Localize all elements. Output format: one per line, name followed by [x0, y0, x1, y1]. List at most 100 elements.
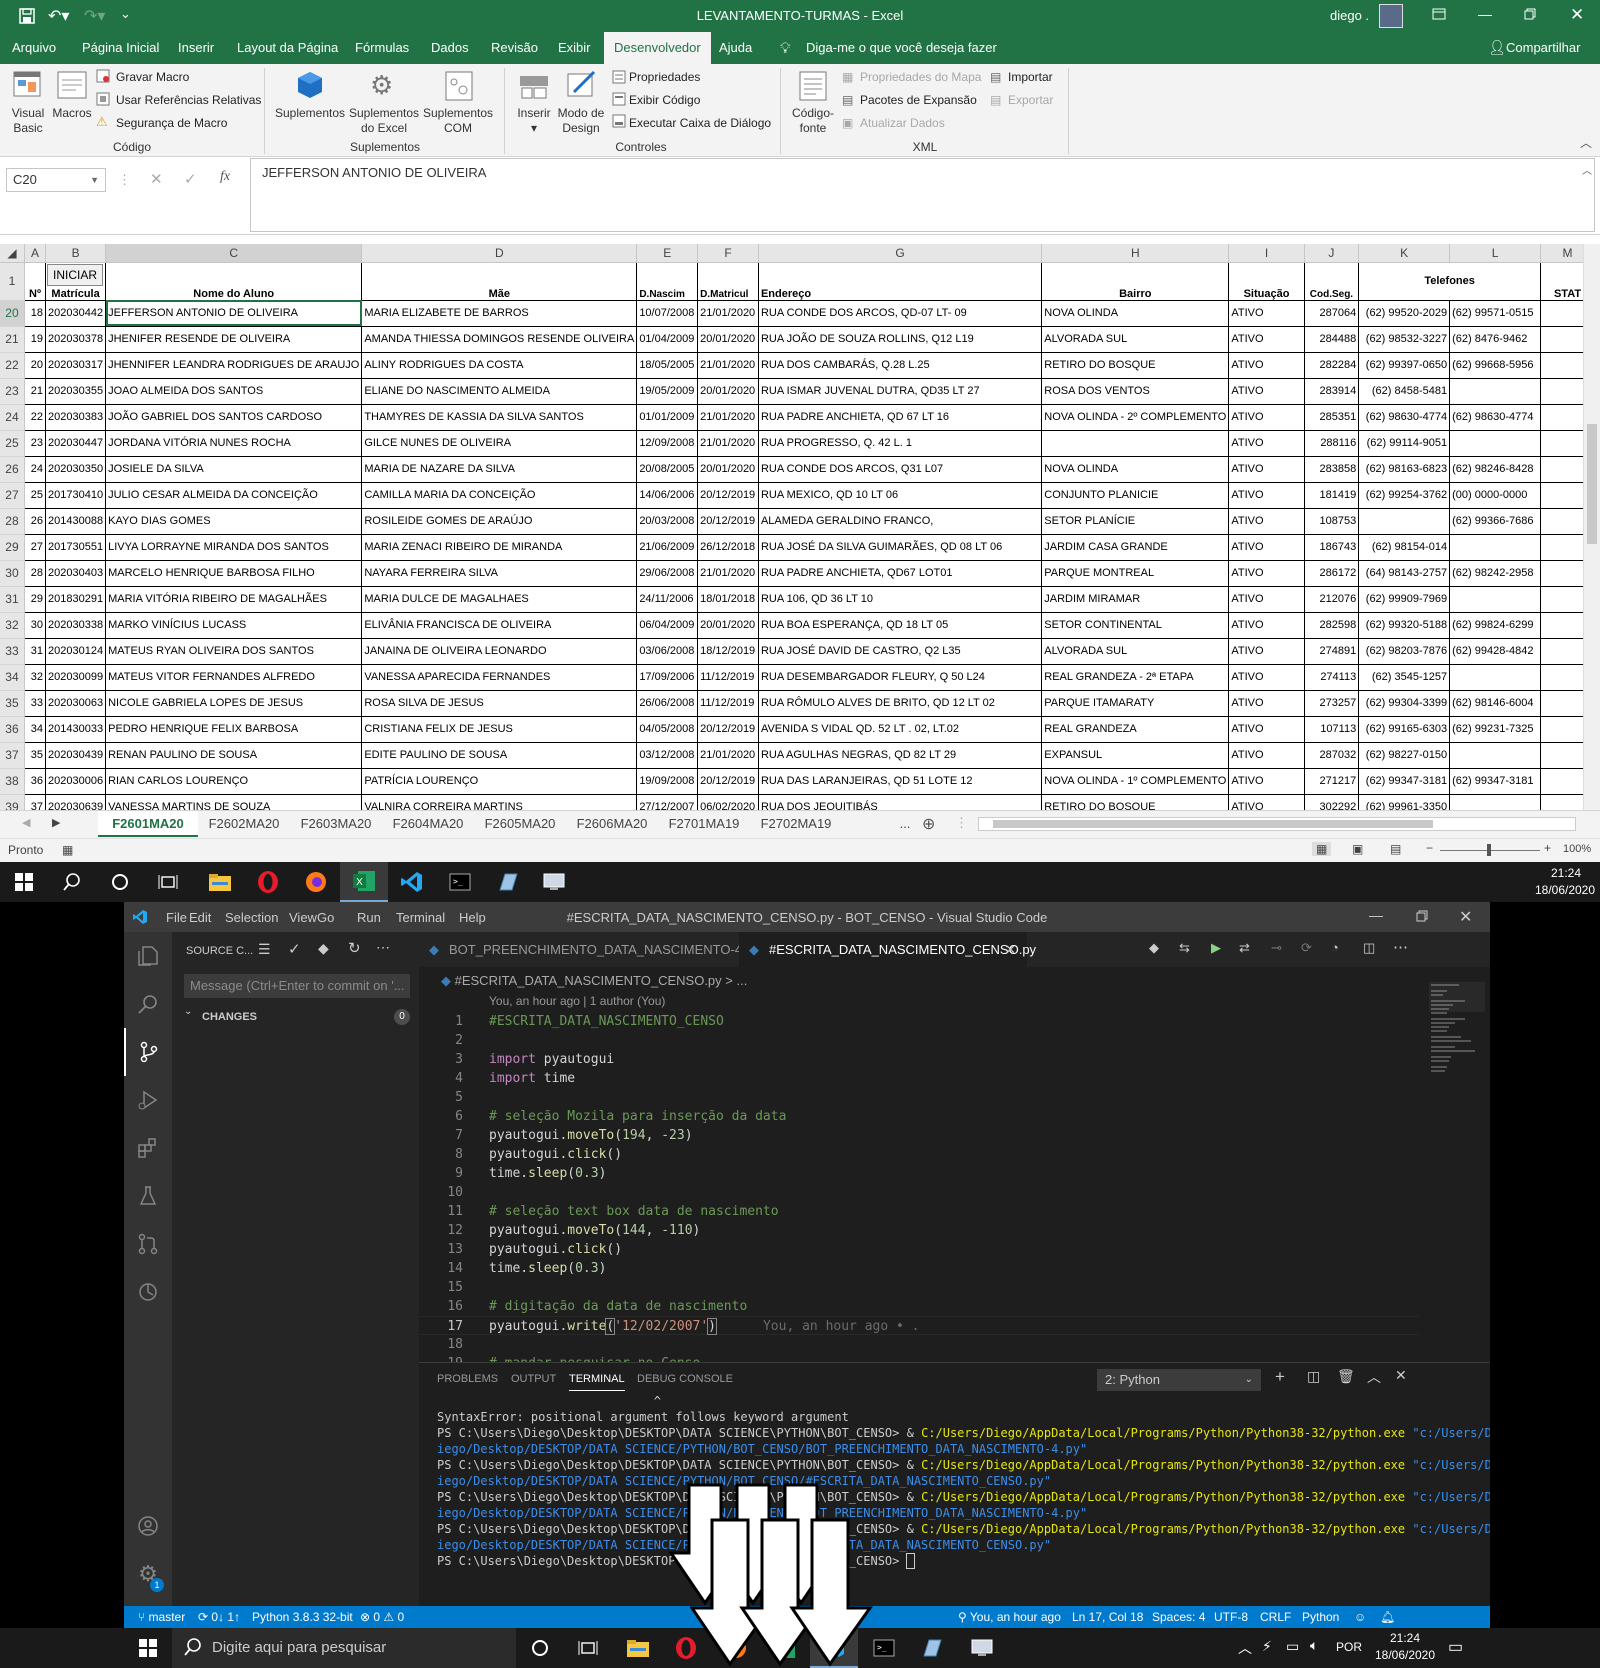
- cell-endereco[interactable]: ALAMEDA GERALDINO FRANCO,: [758, 508, 1043, 535]
- cell-nascimento[interactable]: 10/07/2008: [636, 300, 699, 327]
- cell-nome[interactable]: RENAN PAULINO DE SOUSA: [105, 742, 363, 769]
- cell-telefone-2[interactable]: (62) 99668-5956: [1449, 352, 1542, 379]
- cell-endereco[interactable]: RUA DOS CAMBARÁS, Q.28 L.25: [758, 352, 1043, 379]
- cell-situacao[interactable]: ATIVO: [1228, 326, 1305, 353]
- vscode-minimize-icon[interactable]: —: [1369, 907, 1383, 923]
- menu-view[interactable]: View: [289, 910, 317, 925]
- cell-codseg[interactable]: 302292: [1304, 794, 1360, 810]
- search-icon[interactable]: [124, 980, 172, 1028]
- page-break-view-icon[interactable]: ▤: [1390, 842, 1401, 856]
- cell-data-matricula[interactable]: 20/01/2020: [697, 378, 759, 405]
- cell-data-matricula[interactable]: 18/01/2018: [697, 586, 759, 613]
- cell-mae[interactable]: JANAINA DE OLIVEIRA LEONARDO: [361, 638, 638, 665]
- cell-mae[interactable]: MARIA DE NAZARE DA SILVA: [361, 456, 638, 483]
- cell-data-matricula[interactable]: 11/12/2019: [697, 690, 759, 717]
- cell-nome[interactable]: JULIO CESAR ALMEIDA DA CONCEIÇÃO: [105, 482, 363, 509]
- cell-telefone-1[interactable]: (62) 99254-3762: [1358, 482, 1451, 509]
- column-header-j[interactable]: J: [1304, 244, 1360, 263]
- breadcrumb[interactable]: ◆ #ESCRITA_DATA_NASCIMENTO_CENSO.py > ..…: [441, 973, 747, 989]
- cell-telefone-1[interactable]: (62) 99114-9051: [1358, 430, 1451, 457]
- cell-telefone-2[interactable]: (62) 99347-3181: [1449, 768, 1542, 795]
- column-header-b[interactable]: B: [45, 244, 107, 263]
- action-center-icon[interactable]: ▭: [1448, 1637, 1463, 1657]
- cell-no[interactable]: 31: [24, 638, 47, 665]
- column-header-e[interactable]: E: [636, 244, 699, 263]
- save-icon[interactable]: [18, 7, 36, 25]
- cell-telefone-2[interactable]: (62) 99824-6299: [1449, 612, 1542, 639]
- cell-data-matricula[interactable]: 21/01/2020: [697, 352, 759, 379]
- cell-situacao[interactable]: ATIVO: [1228, 664, 1305, 691]
- scrollbar-thumb[interactable]: [1587, 424, 1597, 544]
- gravar-macro-button[interactable]: Gravar Macro: [116, 70, 189, 84]
- cell-no[interactable]: 30: [24, 612, 47, 639]
- windows-start-icon[interactable]: [124, 1628, 172, 1668]
- horizontal-scrollbar[interactable]: [978, 817, 1576, 831]
- sheet-tab-f2701ma19[interactable]: F2701MA19: [658, 811, 750, 837]
- cell-matricula[interactable]: 202030383: [45, 404, 107, 431]
- cell-bairro[interactable]: RETIRO DO BOSQUE: [1041, 352, 1230, 379]
- indentation[interactable]: Spaces: 4: [1152, 1606, 1205, 1628]
- terminal-output[interactable]: ^ SyntaxError: positional argument follow…: [419, 1393, 1490, 1603]
- cell-nascimento[interactable]: 17/09/2006: [636, 664, 699, 691]
- row-header[interactable]: 31: [0, 586, 25, 613]
- cell-no[interactable]: 36: [24, 768, 47, 795]
- new-terminal-icon[interactable]: +: [1275, 1367, 1285, 1387]
- cell-situacao[interactable]: ATIVO: [1228, 508, 1305, 535]
- cell-nome[interactable]: MATEUS VITOR FERNANDES ALFREDO: [105, 664, 363, 691]
- cell-endereco[interactable]: RUA PROGRESSO, Q. 42 L. 1: [758, 430, 1043, 457]
- cell-mae[interactable]: VALNIRA CORREIRA MARTINS: [361, 794, 638, 810]
- cell-no[interactable]: 20: [24, 352, 47, 379]
- testing-flask-icon[interactable]: [124, 1172, 172, 1220]
- cell-data-matricula[interactable]: 21/01/2020: [697, 430, 759, 457]
- collapse-ribbon-icon[interactable]: ︿: [1580, 134, 1592, 151]
- cell-nascimento[interactable]: 29/06/2008: [636, 560, 699, 587]
- open-changes-icon[interactable]: ⇄: [1239, 940, 1250, 956]
- seguranca-macro-button[interactable]: Segurança de Macro: [116, 116, 227, 130]
- h-scrollbar-thumb[interactable]: [993, 820, 1433, 828]
- cell-bairro[interactable]: REAL GRANDEZA - 2ª ETAPA: [1041, 664, 1230, 691]
- cell-no[interactable]: 33: [24, 690, 47, 717]
- row-header[interactable]: 22: [0, 352, 25, 379]
- run-debug-icon[interactable]: [124, 1076, 172, 1124]
- cell-bairro[interactable]: ROSA DOS VENTOS: [1041, 378, 1230, 405]
- cell-endereco[interactable]: RUA DOS JEQUITIBÁS: [758, 794, 1043, 810]
- cell-bairro[interactable]: ALVORADA SUL: [1041, 326, 1230, 353]
- cell-nome[interactable]: MARKO VINÍCIUS LUCASS: [105, 612, 363, 639]
- cell-endereco[interactable]: RUA CONDE DOS ARCOS, QD-07 LT- 09: [758, 300, 1043, 327]
- cell-endereco[interactable]: RUA BOA ESPERANÇA, QD 18 LT 05: [758, 612, 1043, 639]
- previous-change-icon[interactable]: ⊸: [1271, 940, 1282, 956]
- cell-codseg[interactable]: 181419: [1304, 482, 1360, 509]
- cell-endereco[interactable]: RUA ISMAR JUVENAL DUTRA, QD35 LT 27: [758, 378, 1043, 405]
- cell-matricula[interactable]: 201430088: [45, 508, 107, 535]
- cell-situacao[interactable]: ATIVO: [1228, 690, 1305, 717]
- cell-bairro[interactable]: PARQUE ITAMARATY: [1041, 690, 1230, 717]
- row-header[interactable]: 38: [0, 768, 25, 795]
- opera-icon[interactable]: [244, 862, 292, 902]
- row-header[interactable]: 20: [0, 300, 25, 327]
- cell-matricula[interactable]: 202030124: [45, 638, 107, 665]
- next-change-icon[interactable]: ⟳: [1301, 940, 1312, 956]
- macros-button[interactable]: Macros: [48, 106, 96, 120]
- taskbar-search-box[interactable]: Digite aqui para pesquisar: [172, 1628, 516, 1668]
- row-header[interactable]: 23: [0, 378, 25, 405]
- executar-caixa-button[interactable]: Executar Caixa de Diálogo: [629, 116, 771, 130]
- cell-bairro[interactable]: NOVA OLINDA: [1041, 456, 1230, 483]
- cell-telefone-2[interactable]: [1449, 430, 1542, 457]
- cell-situacao[interactable]: ATIVO: [1228, 638, 1305, 665]
- cell-codseg[interactable]: 283858: [1304, 456, 1360, 483]
- tell-me-search[interactable]: Diga-me o que você deseja fazer: [806, 32, 997, 64]
- cell-nome[interactable]: MATEUS RYAN OLIVEIRA DOS SANTOS: [105, 638, 363, 665]
- page-layout-view-icon[interactable]: ▣: [1352, 842, 1363, 856]
- row-header[interactable]: 39: [0, 794, 25, 810]
- cell-situacao[interactable]: ATIVO: [1228, 586, 1305, 613]
- cell-no[interactable]: 35: [24, 742, 47, 769]
- cell-bairro[interactable]: [1041, 430, 1230, 457]
- zoom-level[interactable]: 100%: [1563, 843, 1591, 855]
- git-action-icon[interactable]: ◆: [1149, 940, 1159, 956]
- menu-run[interactable]: Run: [357, 910, 381, 925]
- cell-codseg[interactable]: 282284: [1304, 352, 1360, 379]
- task-view-icon[interactable]: [144, 862, 192, 902]
- cell-mae[interactable]: CRISTIANA FELIX DE JESUS: [361, 716, 638, 743]
- propriedades-mapa-button[interactable]: Propriedades do Mapa: [860, 70, 981, 84]
- tab-exibir[interactable]: Exibir: [558, 32, 591, 64]
